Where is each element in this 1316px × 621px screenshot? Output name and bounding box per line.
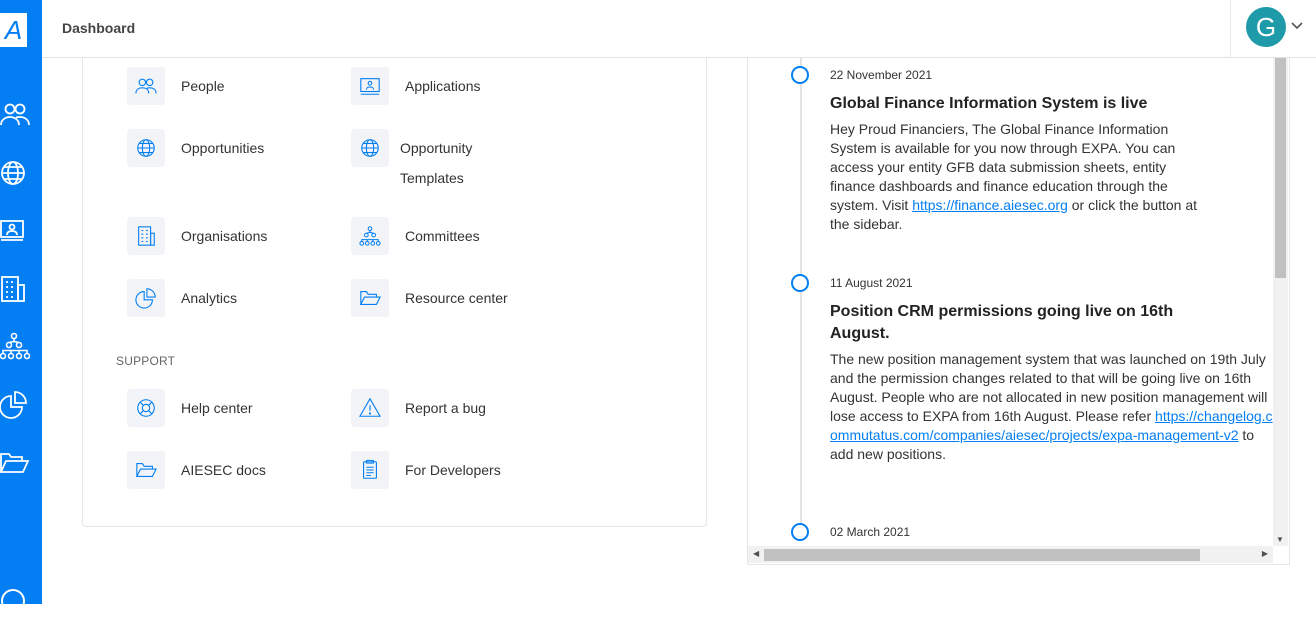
people-icon [127, 67, 165, 105]
organisations-icon[interactable] [0, 274, 30, 304]
folder-icon[interactable] [0, 448, 30, 478]
menu-item-label: Help center [181, 400, 253, 416]
folder-icon [127, 451, 165, 489]
people-icon[interactable] [0, 99, 30, 129]
quick-links-card: People Applications Opportunities Opport… [82, 58, 707, 527]
menu-item-people[interactable]: People [127, 67, 225, 105]
globe-icon [351, 129, 389, 167]
news-date: 22 November 2021 [830, 68, 933, 82]
news-body: The new position management system that … [830, 350, 1275, 464]
timeline-dot [791, 523, 809, 541]
horizontal-scrollbar[interactable]: ◀ ▶ [748, 546, 1273, 563]
menu-item-help-center[interactable]: Help center [127, 389, 253, 427]
menu-item-opportunity-templates[interactable]: Opportunity Templates [351, 129, 500, 193]
warning-icon [351, 389, 389, 427]
menu-item-label: Applications [405, 78, 481, 94]
menu-item-analytics[interactable]: Analytics [127, 279, 237, 317]
applications-icon [351, 67, 389, 105]
menu-item-label: Opportunities [181, 140, 265, 156]
menu-item-label: Organisations [181, 228, 268, 244]
news-title: Position CRM permissions going live on 1… [830, 303, 1174, 342]
top-header: Dashboard G [42, 0, 1316, 58]
analytics-icon[interactable] [0, 390, 30, 420]
menu-item-label: Report a bug [405, 400, 486, 416]
menu-item-label: For Developers [405, 462, 501, 478]
menu-item-for-developers[interactable]: For Developers [351, 451, 501, 489]
scrollbar-thumb[interactable] [764, 549, 1200, 561]
menu-item-label: AIESEC docs [181, 462, 266, 478]
chevron-down-icon[interactable] [1290, 19, 1304, 33]
news-date: 02 March 2021 [830, 525, 911, 539]
scroll-right-icon[interactable]: ▶ [1262, 549, 1268, 558]
menu-item-opportunities[interactable]: Opportunities [127, 129, 264, 167]
menu-item-label: Resource center [405, 290, 508, 306]
help-icon[interactable] [0, 586, 30, 616]
page-title: Dashboard [62, 20, 136, 36]
applications-icon[interactable] [0, 216, 30, 246]
organisations-icon [127, 217, 165, 255]
scrollbar-thumb[interactable] [1275, 58, 1286, 278]
left-nav-rail: A [0, 0, 42, 613]
news-body: Hey Proud Financiers, The Global Finance… [830, 120, 1210, 234]
timeline-line [800, 58, 802, 538]
menu-item-organisations[interactable]: Organisations [127, 217, 267, 255]
scroll-down-icon[interactable]: ▼ [1276, 535, 1284, 544]
menu-item-aiesec-docs[interactable]: AIESEC docs [127, 451, 266, 489]
app-logo[interactable]: A [0, 13, 27, 47]
committees-icon [351, 217, 389, 255]
menu-item-label: Analytics [181, 290, 238, 306]
news-timeline-panel[interactable]: 22 November 2021 Global Finance Informat… [747, 58, 1290, 565]
menu-item-label: People [181, 78, 225, 94]
news-date: 11 August 2021 [830, 276, 913, 290]
header-divider [1230, 0, 1231, 58]
news-title: Global Finance Information System is liv… [830, 95, 1148, 112]
timeline-dot [791, 274, 809, 292]
menu-item-label: Committees [405, 228, 480, 244]
globe-icon[interactable] [0, 158, 30, 188]
menu-item-committees[interactable]: Committees [351, 217, 480, 255]
globe-icon [127, 129, 165, 167]
avatar[interactable]: G [1246, 7, 1286, 47]
committees-icon[interactable] [0, 332, 31, 362]
folder-icon [351, 279, 389, 317]
analytics-icon [127, 279, 165, 317]
timeline-dot [791, 66, 809, 84]
menu-item-applications[interactable]: Applications [351, 67, 481, 105]
document-icon [351, 451, 389, 489]
support-heading: SUPPORT [116, 354, 176, 368]
news-link[interactable]: https://finance.aiesec.org [912, 197, 1068, 213]
vertical-scrollbar[interactable]: ▼ [1273, 58, 1288, 546]
menu-item-report-bug[interactable]: Report a bug [351, 389, 486, 427]
scroll-left-icon[interactable]: ◀ [753, 549, 759, 558]
menu-item-resource-center[interactable]: Resource center [351, 279, 508, 317]
menu-item-label: Opportunity Templates [400, 140, 473, 186]
lifebuoy-icon [127, 389, 165, 427]
